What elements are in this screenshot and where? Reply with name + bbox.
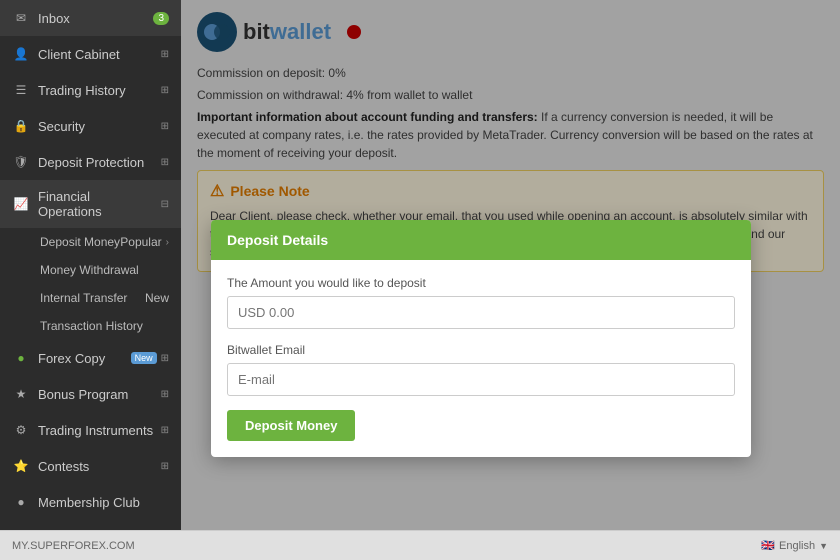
sidebar-item-inbox[interactable]: ✉ Inbox 3: [0, 0, 181, 36]
modal-header: Deposit Details: [211, 220, 751, 260]
sidebar-label-trading-instruments: Trading Instruments: [38, 423, 157, 438]
main-content: bitwallet Commission on deposit: 0% Comm…: [181, 0, 840, 530]
sub-label-deposit-money: Deposit Money: [40, 235, 120, 249]
sidebar-label-inbox: Inbox: [38, 11, 149, 26]
sub-label-money-withdrawal: Money Withdrawal: [40, 263, 169, 277]
email-label: Bitwallet Email: [227, 343, 735, 357]
sidebar-label-forex-copy: Forex Copy: [38, 351, 127, 366]
sidebar-item-financial-operations[interactable]: 📈 Financial Operations ⊟: [0, 180, 181, 228]
sidebar: ✉ Inbox 3 👤 Client Cabinet ⊞ ☰ Trading H…: [0, 0, 181, 530]
forex-copy-icon: ●: [12, 349, 30, 367]
deposit-modal: Deposit Details The Amount you would lik…: [211, 220, 751, 457]
deposit-submit-button[interactable]: Deposit Money: [227, 410, 355, 441]
sidebar-label-bonus: Bonus Program: [38, 387, 157, 402]
sub-item-internal-transfer[interactable]: Internal Transfer New: [0, 284, 181, 312]
sidebar-label-membership: Membership Club: [38, 495, 169, 510]
sidebar-item-security[interactable]: 🔒 Security ⊞: [0, 108, 181, 144]
sidebar-label-security: Security: [38, 119, 157, 134]
sidebar-label-contests: Contests: [38, 459, 157, 474]
language-selector[interactable]: English: [779, 540, 815, 552]
footer-right: 🇬🇧 English ▼: [761, 539, 828, 552]
sidebar-label-client-cabinet: Client Cabinet: [38, 47, 157, 62]
sidebar-item-membership[interactable]: ● Membership Club: [0, 484, 181, 520]
sidebar-item-deposit-protection[interactable]: 🛡 Deposit Protection ⊞: [0, 144, 181, 180]
submit-label: Deposit Money: [245, 418, 337, 433]
amount-input[interactable]: [227, 296, 735, 329]
contests-icon: ⭐: [12, 457, 30, 475]
chevron-down-icon: ▼: [819, 541, 828, 551]
sidebar-item-forex-copy[interactable]: ● Forex Copy New ⊞: [0, 340, 181, 376]
sub-label-transaction-history: Transaction History: [40, 319, 169, 333]
new-badge-transfer: New: [145, 291, 169, 305]
footer: MY.SUPERFOREX.COM 🇬🇧 English ▼: [0, 530, 840, 560]
sidebar-item-bonus-program[interactable]: ★ Bonus Program ⊞: [0, 376, 181, 412]
membership-icon: ●: [12, 493, 30, 511]
expand-icon-ti: ⊞: [161, 425, 169, 436]
expand-icon-bp: ⊞: [161, 389, 169, 400]
sub-item-money-withdrawal[interactable]: Money Withdrawal: [0, 256, 181, 284]
sidebar-label-financial-ops: Financial Operations: [38, 189, 157, 219]
modal-body: The Amount you would like to deposit Bit…: [211, 260, 751, 457]
sidebar-label-deposit-protection: Deposit Protection: [38, 155, 157, 170]
footer-url: MY.SUPERFOREX.COM: [12, 540, 135, 552]
email-input[interactable]: [227, 363, 735, 396]
modal-title: Deposit Details: [227, 232, 328, 248]
sidebar-label-trading-history: Trading History: [38, 83, 157, 98]
security-icon: 🔒: [12, 117, 30, 135]
sidebar-item-distance-course[interactable]: 🎓 Distance Course: [0, 520, 181, 530]
amount-label: The Amount you would like to deposit: [227, 276, 735, 290]
client-cabinet-icon: 👤: [12, 45, 30, 63]
flag-icon: 🇬🇧: [761, 539, 775, 552]
expand-icon-dp: ⊞: [161, 157, 169, 168]
deposit-protection-icon: 🛡: [12, 153, 30, 171]
expand-icon-sec: ⊞: [161, 121, 169, 132]
bonus-icon: ★: [12, 385, 30, 403]
collapse-icon-fo: ⊟: [161, 199, 169, 210]
expand-icon-th: ⊞: [161, 85, 169, 96]
sidebar-item-trading-history[interactable]: ☰ Trading History ⊞: [0, 72, 181, 108]
trading-history-icon: ☰: [12, 81, 30, 99]
expand-icon-fc: ⊞: [161, 353, 169, 364]
inbox-badge: 3: [153, 12, 169, 25]
sidebar-item-contests[interactable]: ⭐ Contests ⊞: [0, 448, 181, 484]
sidebar-item-trading-instruments[interactable]: ⚙ Trading Instruments ⊞: [0, 412, 181, 448]
expand-icon-c: ⊞: [161, 461, 169, 472]
modal-overlay: Deposit Details The Amount you would lik…: [181, 0, 840, 530]
sub-label-internal-transfer: Internal Transfer: [40, 291, 145, 305]
new-badge-forex: New: [131, 352, 157, 364]
financial-ops-icon: 📈: [12, 195, 30, 213]
inbox-icon: ✉: [12, 9, 30, 27]
sub-item-transaction-history[interactable]: Transaction History: [0, 312, 181, 340]
sub-item-deposit-money[interactable]: Deposit Money Popular ›: [0, 228, 181, 256]
trading-instruments-icon: ⚙: [12, 421, 30, 439]
deposit-arrow: ›: [166, 237, 169, 248]
distance-course-icon: 🎓: [12, 529, 30, 530]
sidebar-item-client-cabinet[interactable]: 👤 Client Cabinet ⊞: [0, 36, 181, 72]
expand-icon: ⊞: [161, 49, 169, 60]
popular-badge: Popular: [120, 235, 161, 249]
